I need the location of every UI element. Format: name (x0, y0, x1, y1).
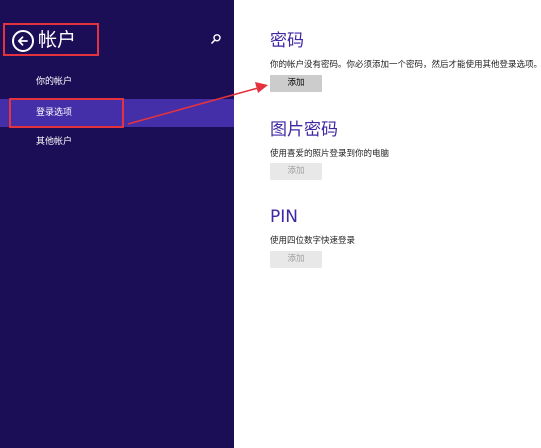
picture-password-section-title: 图片密码 (270, 120, 338, 140)
pin-description: 使用四位数字快速登录 (270, 236, 356, 246)
add-pin-button[interactable]: 添加 (270, 251, 322, 268)
add-password-button[interactable]: 添加 (270, 75, 322, 92)
password-section-title: 密码 (270, 31, 304, 51)
picture-password-description: 使用喜爱的照片登录到你的电脑 (270, 149, 390, 159)
add-picture-password-button[interactable]: 添加 (270, 163, 322, 180)
main-content: 密码 你的帐户没有密码。你必须添加一个密码，然后才能使用其他登录选项。 添加 图… (234, 0, 541, 448)
pin-section-title: PIN (270, 207, 298, 227)
password-description: 你的帐户没有密码。你必须添加一个密码，然后才能使用其他登录选项。 (270, 60, 541, 70)
